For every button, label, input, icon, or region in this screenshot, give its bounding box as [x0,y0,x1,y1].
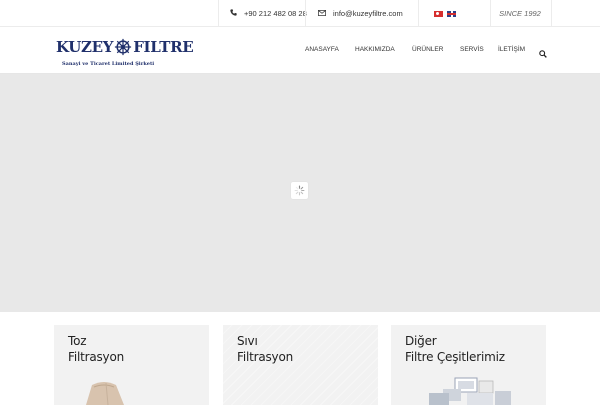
email-contact[interactable]: info@kuzeyfiltre.com [318,0,403,27]
envelope-icon [318,9,326,18]
site-header: KUZEY FILTRE Sanayi ve Ticaret Limited Ş… [0,27,600,74]
hero-slider [0,74,600,312]
phone-icon [230,9,237,18]
ship-wheel-icon [115,38,132,56]
card-title-line1: Toz [68,334,87,348]
card-title-line1: Sıvı [237,334,258,348]
top-bar-divider [218,0,219,27]
nav-item-servis[interactable]: SERVİS [460,46,484,53]
card-diger-filtreler[interactable]: Diğer Filtre Çeşitlerimiz [391,325,546,405]
phone-number: +90 212 482 08 28 [244,9,307,18]
nav-item-iletisim[interactable]: İLETİŞİM [498,46,525,53]
filter-products-image [429,377,511,405]
logo-right-text: FILTRE [133,38,194,56]
dust-filter-bag-image [86,382,124,405]
top-bar: +90 212 482 08 28 info@kuzeyfiltre.com S… [0,0,600,27]
logo-left-text: KUZEY [56,38,114,56]
nav-item-anasayfa[interactable]: ANASAYFA [305,46,339,53]
top-bar-divider [305,0,306,27]
loading-spinner-icon [291,182,308,199]
card-title-line2: Filtrasyon [68,350,124,364]
card-title-line2: Filtre Çeşitlerimiz [405,350,505,364]
card-title-line1: Diğer [405,334,437,348]
english-flag-icon[interactable] [447,10,456,17]
top-bar-divider [551,0,552,27]
search-icon[interactable] [539,45,547,58]
site-logo[interactable]: KUZEY FILTRE Sanayi ve Ticaret Limited Ş… [56,37,194,71]
nav-item-hakkimizda[interactable]: HAKKIMIZDA [355,46,395,53]
email-address: info@kuzeyfiltre.com [333,9,403,18]
nav-item-urunler[interactable]: ÜRÜNLER [412,46,443,53]
category-cards: Toz Filtrasyon Sıvı Filtrasyon Diğer Fil… [0,312,600,405]
language-switcher [434,0,456,27]
card-title-line2: Filtrasyon [237,350,293,364]
phone-contact[interactable]: +90 212 482 08 28 [230,0,307,27]
turkish-flag-icon[interactable] [434,10,443,17]
logo-subtitle: Sanayi ve Ticaret Limited Şirketi [62,61,155,67]
since-label: SINCE 1992 [499,9,541,18]
card-toz-filtrasyon[interactable]: Toz Filtrasyon [54,325,209,405]
card-sivi-filtrasyon[interactable]: Sıvı Filtrasyon [223,325,378,405]
logo-wordmark: KUZEY FILTRE [56,37,194,57]
top-bar-divider [418,0,419,27]
